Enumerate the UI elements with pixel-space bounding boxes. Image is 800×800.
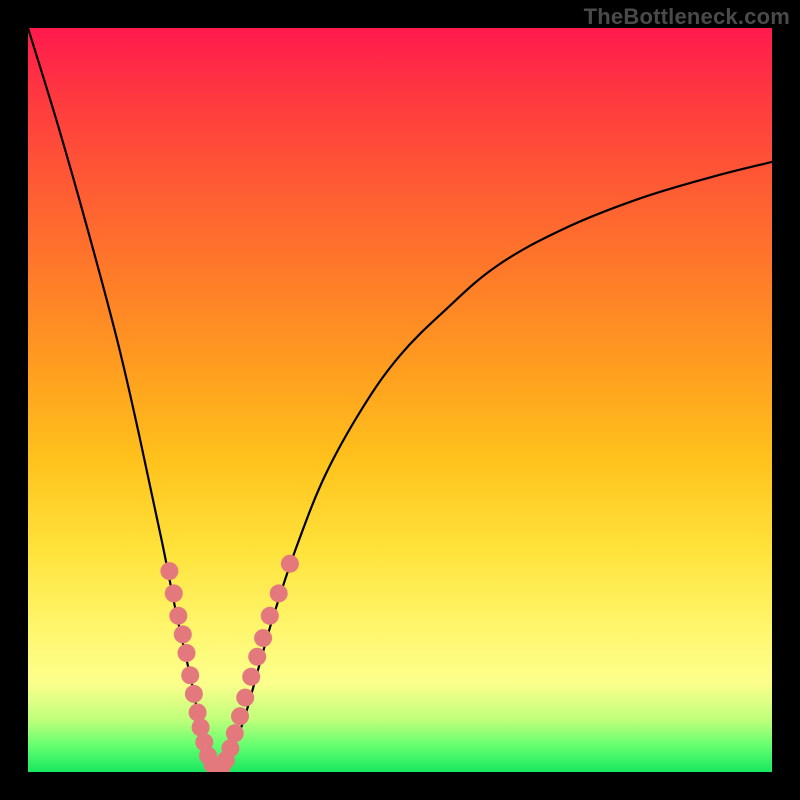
watermark-text: TheBottleneck.com <box>584 4 790 30</box>
marker-dot <box>248 648 266 666</box>
chart-svg <box>28 28 772 772</box>
marker-dot <box>181 666 199 684</box>
plot-area <box>28 28 772 772</box>
marker-dot <box>165 584 183 602</box>
marker-dot <box>160 562 178 580</box>
marker-dot <box>231 707 249 725</box>
marker-dot <box>189 704 207 722</box>
chart-frame: TheBottleneck.com <box>0 0 800 800</box>
bottleneck-curve <box>28 28 772 772</box>
marker-dot <box>261 607 279 625</box>
marker-dot <box>169 607 187 625</box>
marker-dot <box>236 689 254 707</box>
marker-dot <box>254 629 272 647</box>
marker-dot <box>185 685 203 703</box>
marker-group <box>160 555 299 772</box>
marker-dot <box>242 668 260 686</box>
marker-dot <box>281 555 299 573</box>
marker-dot <box>174 625 192 643</box>
marker-dot <box>178 644 196 662</box>
marker-dot <box>226 724 244 742</box>
marker-dot <box>270 584 288 602</box>
